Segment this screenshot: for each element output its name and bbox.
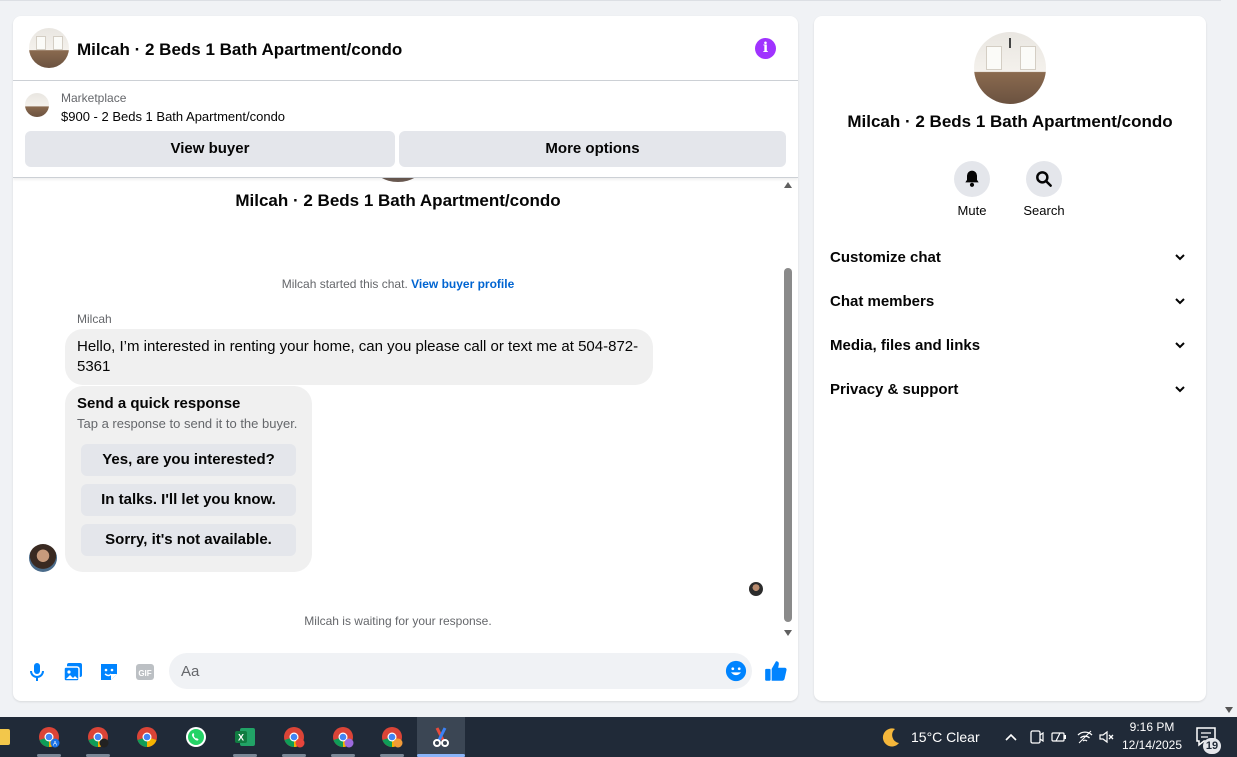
profile-picture[interactable] xyxy=(974,32,1046,104)
chat-title[interactable]: Milcah · 2 Beds 1 Bath Apartment/condo xyxy=(77,40,402,60)
listing-thumbnail[interactable] xyxy=(25,93,49,117)
marketplace-label: Marketplace xyxy=(61,91,127,105)
chrome-icon xyxy=(88,727,109,748)
chat-header: Milcah · 2 Beds 1 Bath Apartment/condo i xyxy=(13,16,798,81)
search-label: Search xyxy=(1023,203,1065,218)
privacy-support-section[interactable]: Privacy & support xyxy=(830,372,1190,408)
whatsapp-icon xyxy=(186,727,206,747)
photo-icon[interactable] xyxy=(61,660,85,684)
chrome-icon xyxy=(284,727,305,748)
chat-panel: Milcah · 2 Beds 1 Bath Apartment/condo i… xyxy=(13,16,798,701)
quick-response-subtitle: Tap a response to send it to the buyer. xyxy=(77,416,298,431)
svg-text:GIF: GIF xyxy=(138,669,151,678)
info-icon[interactable]: i xyxy=(755,38,776,59)
section-label: Media, files and links xyxy=(830,337,981,354)
chevron-down-icon xyxy=(1175,298,1185,305)
taskbar: A X 15°C Clear 9:16 PM 12/14/2025 19 xyxy=(0,717,1237,757)
taskbar-chrome-profile[interactable] xyxy=(74,717,122,757)
chevron-up-icon[interactable] xyxy=(1004,731,1018,743)
mute-button[interactable]: Mute xyxy=(942,161,1002,218)
chrome-icon: A xyxy=(39,727,60,748)
sender-name: Milcah xyxy=(77,312,112,326)
moon-icon[interactable] xyxy=(880,726,902,748)
chevron-down-icon xyxy=(1175,386,1185,393)
search-icon xyxy=(1036,171,1052,187)
chrome-icon xyxy=(382,727,403,748)
listing-bar: Marketplace $900 - 2 Beds 1 Bath Apartme… xyxy=(13,81,798,178)
wifi-icon[interactable] xyxy=(1077,729,1093,745)
emoji-icon[interactable] xyxy=(725,660,747,682)
search-button[interactable]: Search xyxy=(1014,161,1074,218)
chevron-down-icon xyxy=(1175,254,1185,261)
section-label: Chat members xyxy=(830,293,935,310)
meet-now-icon[interactable] xyxy=(1028,729,1044,745)
scroll-thumb[interactable] xyxy=(784,268,792,622)
quick-response-title: Send a quick response xyxy=(77,395,241,412)
scroll-up-arrow[interactable] xyxy=(784,182,792,188)
chat-info-panel: Milcah · 2 Beds 1 Bath Apartment/condo M… xyxy=(814,16,1206,701)
taskbar-excel[interactable]: X xyxy=(221,717,269,757)
clock-time[interactable]: 9:16 PM xyxy=(1120,720,1184,734)
clock-date[interactable]: 12/14/2025 xyxy=(1116,738,1188,752)
view-buyer-button[interactable]: View buyer xyxy=(25,131,395,167)
listing-avatar[interactable] xyxy=(29,28,69,68)
quick-response-button[interactable]: In talks. I'll let you know. xyxy=(81,484,296,516)
gif-icon[interactable]: GIF xyxy=(133,660,157,684)
svg-text:A: A xyxy=(53,742,57,748)
composer: GIF xyxy=(13,646,798,701)
thread-title: Milcah · 2 Beds 1 Bath Apartment/condo xyxy=(235,191,561,210)
customize-chat-section[interactable]: Customize chat xyxy=(830,240,1190,276)
taskbar-chrome-profile-3[interactable] xyxy=(319,717,367,757)
bell-icon xyxy=(965,170,979,187)
quick-response-button[interactable]: Sorry, it's not available. xyxy=(81,524,296,556)
weather-text[interactable]: 15°C Clear xyxy=(911,729,980,745)
taskbar-snipping-tool[interactable] xyxy=(417,717,465,757)
excel-icon: X xyxy=(235,728,255,746)
message-input[interactable] xyxy=(169,653,752,689)
mute-label: Mute xyxy=(957,203,987,218)
media-files-links-section[interactable]: Media, files and links xyxy=(830,328,1190,364)
chat-started-notice: Milcah started this chat. View buyer pro… xyxy=(13,277,783,291)
volume-muted-icon[interactable] xyxy=(1099,729,1115,745)
notification-count-badge: 19 xyxy=(1203,738,1221,754)
file-explorer-icon[interactable] xyxy=(0,729,10,745)
buyer-avatar[interactable] xyxy=(29,544,57,572)
svg-text:X: X xyxy=(238,733,244,743)
page-scrollbar[interactable] xyxy=(1221,0,1237,717)
sticker-icon[interactable] xyxy=(97,660,121,684)
chat-started-text: Milcah started this chat. xyxy=(281,277,408,291)
view-buyer-profile-link[interactable]: View buyer profile xyxy=(411,277,514,291)
listing-price[interactable]: $900 - 2 Beds 1 Bath Apartment/condo xyxy=(61,109,285,124)
scroll-down-arrow[interactable] xyxy=(1225,707,1233,713)
quick-response-button[interactable]: Yes, are you interested? xyxy=(81,444,296,476)
section-label: Privacy & support xyxy=(830,381,959,398)
thread-avatar xyxy=(373,178,423,182)
chrome-icon xyxy=(333,727,354,748)
waiting-notice: Milcah is waiting for your response. xyxy=(304,614,492,628)
message-bubble[interactable]: Hello, I’m interested in renting your ho… xyxy=(65,329,653,385)
taskbar-whatsapp[interactable] xyxy=(172,717,220,757)
chat-members-section[interactable]: Chat members xyxy=(830,284,1190,320)
thumbs-up-icon[interactable] xyxy=(763,658,789,684)
microphone-icon[interactable] xyxy=(25,660,49,684)
section-label: Customize chat xyxy=(830,249,941,266)
chevron-down-icon xyxy=(1175,342,1185,349)
profile-title: Milcah · 2 Beds 1 Bath Apartment/condo xyxy=(847,112,1173,131)
taskbar-chrome-profile-2[interactable] xyxy=(270,717,318,757)
top-divider xyxy=(0,0,1221,1)
taskbar-chrome[interactable] xyxy=(123,717,171,757)
message-list[interactable]: Milcah · 2 Beds 1 Bath Apartment/condo M… xyxy=(13,178,798,638)
snipping-tool-icon xyxy=(433,727,449,747)
seen-receipt-avatar xyxy=(749,582,763,596)
chrome-icon xyxy=(137,727,157,747)
quick-response-card: Send a quick response Tap a response to … xyxy=(65,386,312,572)
taskbar-chrome-profile-4[interactable] xyxy=(368,717,416,757)
battery-icon[interactable] xyxy=(1051,729,1067,745)
more-options-button[interactable]: More options xyxy=(399,131,786,167)
taskbar-chrome-a[interactable]: A xyxy=(25,717,73,757)
scroll-down-arrow[interactable] xyxy=(784,630,792,636)
message-scrollbar[interactable] xyxy=(781,178,795,638)
